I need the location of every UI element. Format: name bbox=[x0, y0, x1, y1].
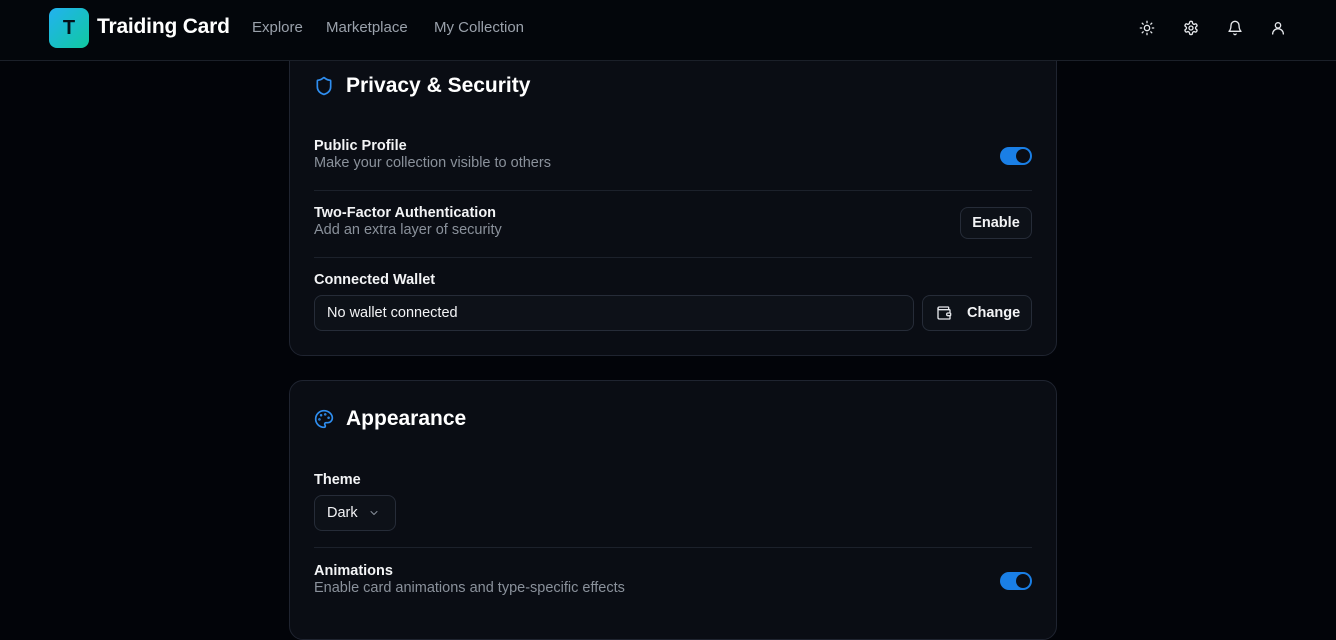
wallet-address-value: No wallet connected bbox=[327, 305, 458, 321]
palette-icon bbox=[314, 409, 336, 431]
public-profile-label: Public Profile bbox=[314, 138, 407, 154]
wallet-address-field[interactable]: No wallet connected bbox=[314, 295, 914, 331]
toggle-knob bbox=[1016, 574, 1030, 588]
appearance-card: Appearance Theme Dark Animations Enable … bbox=[289, 380, 1057, 640]
public-profile-toggle[interactable] bbox=[1000, 147, 1032, 165]
chevron-down-icon bbox=[368, 507, 380, 519]
animations-label: Animations bbox=[314, 563, 393, 579]
divider bbox=[314, 257, 1032, 258]
two-factor-label: Two-Factor Authentication bbox=[314, 205, 497, 221]
theme-selected-value: Dark bbox=[327, 505, 358, 521]
theme-select[interactable]: Dark bbox=[314, 495, 396, 531]
bell-icon[interactable] bbox=[1225, 18, 1245, 38]
user-icon[interactable] bbox=[1268, 18, 1288, 38]
wallet-icon bbox=[936, 305, 952, 321]
nav-link-explore[interactable]: Explore bbox=[252, 19, 303, 36]
sun-icon[interactable] bbox=[1137, 18, 1157, 38]
card-title: Appearance bbox=[346, 407, 467, 430]
animations-toggle[interactable] bbox=[1000, 572, 1032, 590]
divider bbox=[314, 190, 1032, 191]
change-wallet-button[interactable]: Change bbox=[922, 295, 1032, 331]
change-wallet-label: Change bbox=[967, 305, 1021, 321]
public-profile-description: Make your collection visible to others bbox=[314, 155, 551, 171]
card-title: Privacy & Security bbox=[346, 74, 531, 97]
enable-2fa-button[interactable]: Enable bbox=[960, 207, 1032, 239]
settings-gear-icon[interactable] bbox=[1181, 18, 1201, 38]
nav-link-my-collection[interactable]: My Collection bbox=[434, 19, 524, 36]
top-navbar: T Traiding Card Explore Marketplace My C… bbox=[0, 0, 1336, 61]
connected-wallet-label: Connected Wallet bbox=[314, 272, 436, 288]
brand-name[interactable]: Traiding Card bbox=[97, 15, 230, 39]
toggle-knob bbox=[1016, 149, 1030, 163]
logo-letter: T bbox=[62, 16, 76, 39]
shield-icon bbox=[314, 76, 336, 98]
divider bbox=[314, 547, 1032, 548]
theme-label: Theme bbox=[314, 472, 361, 488]
two-factor-description: Add an extra layer of security bbox=[314, 222, 502, 238]
logo[interactable]: T bbox=[49, 8, 89, 48]
nav-link-marketplace[interactable]: Marketplace bbox=[326, 19, 408, 36]
privacy-security-card: Privacy & Security Public Profile Make y… bbox=[289, 30, 1057, 356]
